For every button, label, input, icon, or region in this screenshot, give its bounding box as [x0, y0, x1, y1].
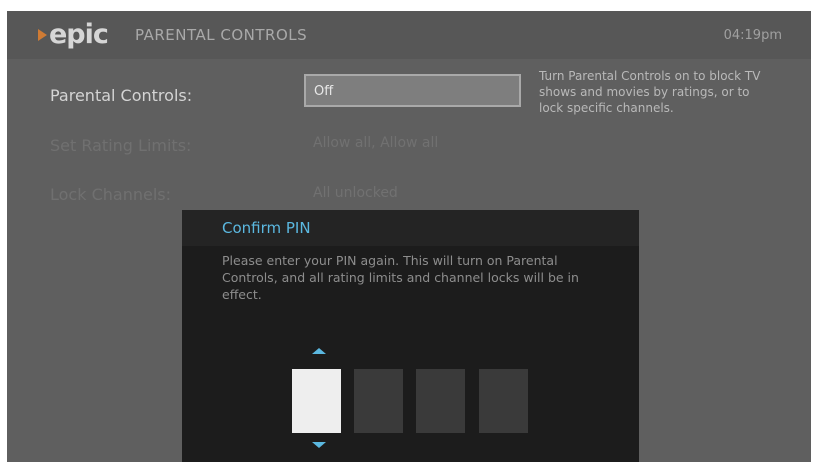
confirm-pin-dialog: Confirm PIN Please enter your PIN again.…	[182, 210, 639, 462]
epic-logo: epic	[38, 19, 109, 50]
pin-digit-4[interactable]	[479, 369, 528, 433]
lock-channels-value[interactable]: All unlocked	[313, 185, 398, 201]
clock: 04:19pm	[723, 28, 782, 43]
rating-limits-label: Set Rating Limits:	[50, 136, 192, 155]
pin-digit-3[interactable]	[416, 369, 465, 433]
dialog-title-bar: Confirm PIN	[182, 210, 639, 246]
pin-digit-2[interactable]	[354, 369, 403, 433]
parental-controls-select[interactable]: Off	[304, 74, 521, 107]
page-title: PARENTAL CONTROLS	[135, 26, 308, 44]
tv-screen: epic PARENTAL CONTROLS 04:19pm Parental …	[7, 11, 811, 462]
parental-controls-label: Parental Controls:	[50, 86, 193, 105]
lock-channels-label: Lock Channels:	[50, 185, 171, 204]
caret-down-icon[interactable]	[312, 442, 326, 448]
help-text: Turn Parental Controls on to block TV sh…	[539, 69, 761, 115]
header-bar: epic PARENTAL CONTROLS 04:19pm	[7, 11, 811, 59]
parental-controls-value: Off	[314, 84, 334, 99]
play-mark-icon	[38, 29, 47, 41]
caret-up-icon[interactable]	[312, 348, 326, 354]
pin-digit-1[interactable]	[292, 369, 341, 433]
logo-text: epic	[49, 19, 109, 50]
dialog-message: Please enter your PIN again. This will t…	[222, 253, 579, 302]
dialog-title: Confirm PIN	[222, 219, 311, 237]
rating-limits-value[interactable]: Allow all, Allow all	[313, 135, 438, 151]
